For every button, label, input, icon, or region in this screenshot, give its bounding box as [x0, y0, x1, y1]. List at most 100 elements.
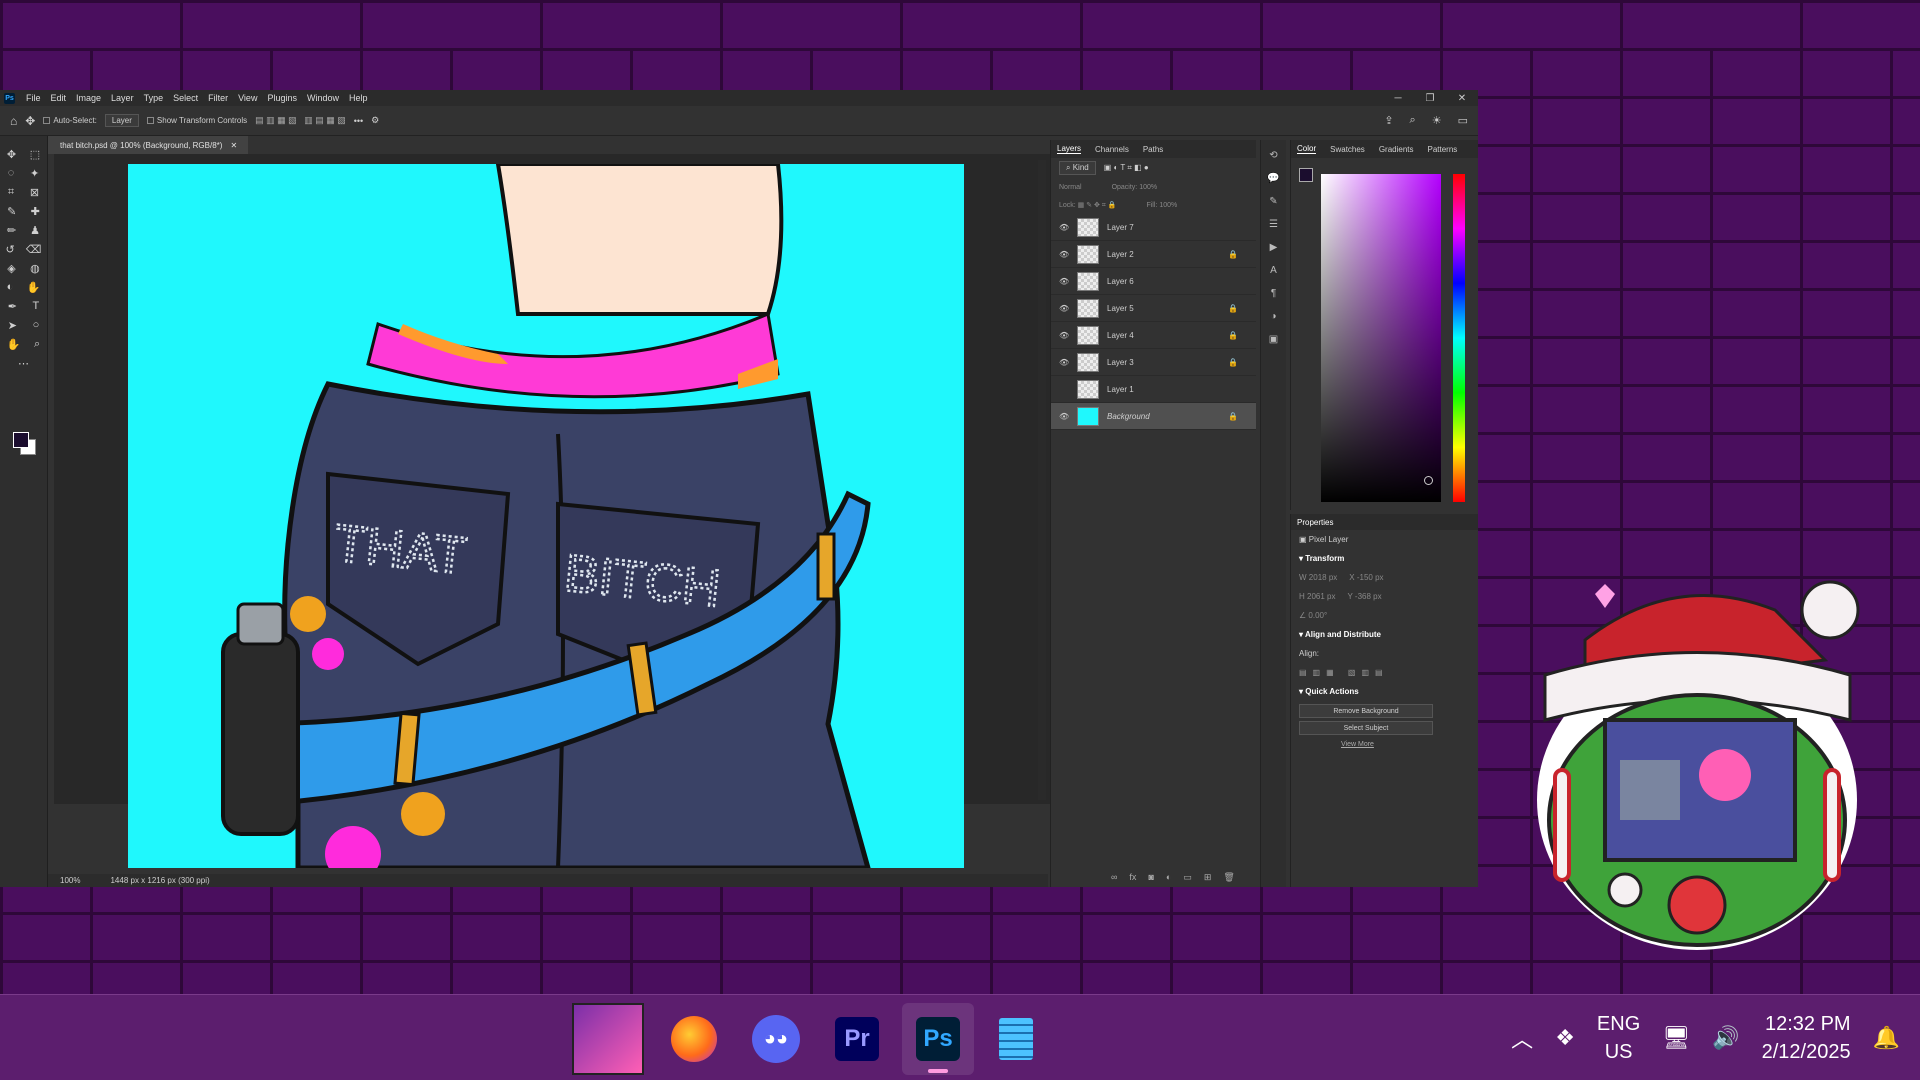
clock[interactable]: 12:32 PM 2/12/2025 — [1762, 1010, 1851, 1066]
actions-icon[interactable]: ▶ — [1270, 242, 1278, 253]
align-section-header[interactable]: ▾ Align and Distribute — [1291, 625, 1478, 644]
height-field[interactable]: 2061 px — [1307, 592, 1335, 601]
layer-row[interactable]: 👁 Background 🔒 — [1051, 403, 1256, 430]
tab-channels[interactable]: Channels — [1095, 145, 1129, 154]
auto-select-dropdown[interactable]: Layer — [104, 114, 139, 127]
tab-paths[interactable]: Paths — [1143, 145, 1163, 154]
taskbar-app-premiere[interactable]: Pr — [821, 1003, 893, 1075]
dropbox-icon[interactable]: ❖ — [1555, 1025, 1575, 1051]
close-tab-icon[interactable]: ✕ — [230, 141, 237, 150]
filter-icons[interactable]: ▣ ◐ T ⌗ ◧ ● — [1104, 163, 1149, 173]
tab-patterns[interactable]: Patterns — [1428, 145, 1458, 154]
styles-icon[interactable]: ▣ — [1269, 334, 1278, 345]
new-layer-icon[interactable]: ⊞ — [1204, 872, 1212, 883]
dodge-icon[interactable]: ◐ — [7, 281, 14, 300]
share-icon[interactable]: ⇪ — [1384, 114, 1393, 127]
menu-type[interactable]: Type — [139, 93, 169, 103]
taskbar-app-discord[interactable]: ◕◕ — [740, 1003, 812, 1075]
document-tab[interactable]: that bitch.psd @ 100% (Background, RGB/8… — [48, 136, 248, 154]
paragraph-icon[interactable]: ¶ — [1271, 288, 1276, 299]
layer-row[interactable]: 👁 Layer 3 🔒 — [1051, 349, 1256, 376]
eye-icon[interactable]: 👁 — [1059, 304, 1069, 313]
transform-controls-checkbox[interactable]: Show Transform Controls — [146, 116, 247, 125]
libraries-icon[interactable]: ◑ — [1270, 311, 1276, 322]
zoom-level[interactable]: 100% — [60, 876, 80, 885]
language-indicator[interactable]: ENG US — [1597, 1010, 1640, 1066]
settings-icon[interactable]: ⚙ — [371, 115, 379, 126]
smudge-icon[interactable]: ✋ — [27, 281, 41, 300]
tab-gradients[interactable]: Gradients — [1379, 145, 1414, 154]
foreground-color-swatch[interactable] — [13, 432, 29, 448]
restore-icon[interactable]: ❐ — [1414, 93, 1446, 104]
menu-window[interactable]: Window — [302, 93, 344, 103]
menu-select[interactable]: Select — [168, 93, 203, 103]
tab-layers[interactable]: Layers — [1057, 144, 1082, 154]
opacity-field[interactable]: 100% — [1139, 184, 1157, 191]
blur-icon[interactable]: ◍ — [30, 262, 40, 281]
taskbar-app-notepad[interactable] — [980, 1003, 1052, 1075]
move-tool-icon[interactable]: ✥ — [25, 114, 35, 128]
minimize-icon[interactable]: ─ — [1382, 93, 1414, 104]
menu-view[interactable]: View — [233, 93, 262, 103]
menu-filter[interactable]: Filter — [203, 93, 233, 103]
pen-icon[interactable]: ✒ — [8, 300, 17, 319]
align-buttons[interactable]: ▤ ▥ ▦ ▧ ▥ ▤ ▦ ▧ — [255, 115, 346, 126]
more-icon[interactable]: ••• — [354, 116, 363, 126]
blend-mode-dropdown[interactable]: Normal — [1059, 184, 1082, 191]
magic-wand-icon[interactable]: ✦ — [30, 167, 39, 186]
healing-icon[interactable]: ✚ — [31, 205, 40, 224]
tab-swatches[interactable]: Swatches — [1330, 145, 1365, 154]
layer-row[interactable]: 👁 Layer 7 — [1051, 214, 1256, 241]
view-more-link[interactable]: View More — [1341, 741, 1478, 748]
trash-icon[interactable]: 🗑 — [1223, 872, 1234, 883]
layer-kind-filter[interactable]: ⌕ Kind — [1059, 161, 1096, 175]
history-icon[interactable]: ⟲ — [1269, 150, 1277, 161]
eye-icon[interactable]: 👁 — [1059, 277, 1069, 286]
align-buttons[interactable]: ▤▥▦ ▧▥▤ — [1291, 663, 1478, 682]
close-icon[interactable]: ✕ — [1446, 93, 1478, 104]
remove-background-button[interactable]: Remove Background — [1299, 704, 1433, 718]
group-icon[interactable]: ▭ — [1183, 872, 1192, 883]
marquee-icon[interactable]: ⬚ — [30, 148, 40, 167]
frame-icon[interactable]: ⊠ — [30, 186, 39, 205]
taskbar-app-avatar[interactable] — [572, 1003, 644, 1075]
brush-settings-icon[interactable]: ✎ — [1269, 196, 1277, 207]
eye-icon[interactable]: 👁 — [1059, 331, 1069, 340]
eye-icon[interactable]: 👁 — [1059, 223, 1069, 232]
eyedropper-icon[interactable]: ✎ — [7, 205, 16, 224]
hand-icon[interactable]: ✋ — [7, 338, 21, 357]
vertical-scrollbar[interactable] — [1038, 160, 1046, 800]
edit-toolbar-icon[interactable]: ⋯ — [18, 357, 29, 376]
lasso-icon[interactable]: ◌ — [8, 167, 15, 186]
tab-color[interactable]: Color — [1297, 144, 1317, 154]
menu-plugins[interactable]: Plugins — [262, 93, 302, 103]
home-icon[interactable]: ⌂ — [10, 114, 17, 128]
layer-row[interactable]: Layer 1 — [1051, 376, 1256, 403]
search-icon[interactable]: ⌕ — [1410, 114, 1416, 127]
hue-slider[interactable] — [1453, 174, 1465, 502]
eraser-icon[interactable]: ⌫ — [26, 243, 42, 262]
crop-icon[interactable]: ⌗ — [8, 186, 14, 205]
y-field[interactable]: -368 px — [1355, 592, 1382, 601]
taskbar-app-photoshop[interactable]: Ps — [902, 1003, 974, 1075]
network-icon[interactable]: 🖥 — [1662, 1025, 1690, 1051]
artwork-canvas[interactable]: THAT BITCH — [128, 164, 964, 868]
brush-icon[interactable]: ✏ — [7, 224, 16, 243]
history-brush-icon[interactable]: ↺ — [6, 243, 15, 262]
character-icon[interactable]: A — [1270, 265, 1277, 276]
discover-icon[interactable]: ☀ — [1432, 114, 1442, 127]
menu-image[interactable]: Image — [71, 93, 106, 103]
transform-section-header[interactable]: ▾ Transform — [1291, 549, 1478, 568]
zoom-icon[interactable]: ⌕ — [34, 338, 40, 357]
move-icon[interactable]: ✥ — [7, 148, 16, 167]
comments-icon[interactable]: 💬 — [1267, 173, 1279, 184]
layer-row[interactable]: 👁 Layer 6 — [1051, 268, 1256, 295]
path-select-icon[interactable]: ➤ — [8, 319, 17, 338]
eye-icon[interactable]: 👁 — [1059, 412, 1069, 421]
auto-select-checkbox[interactable]: Auto-Select: — [43, 116, 97, 125]
adjustments-icon[interactable]: ☰ — [1269, 219, 1278, 230]
layer-row[interactable]: 👁 Layer 5 🔒 — [1051, 295, 1256, 322]
shape-icon[interactable]: ○ — [33, 319, 40, 338]
color-picker-knob[interactable] — [1424, 476, 1433, 485]
menu-file[interactable]: File — [21, 93, 46, 103]
